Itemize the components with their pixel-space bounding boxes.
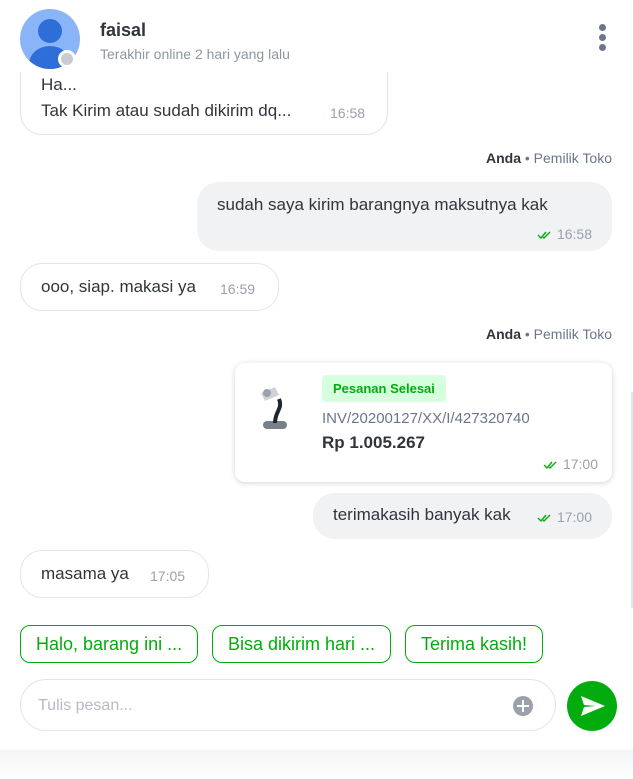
sender-role: • Pemilik Toko [524,150,612,166]
quick-reply-chip[interactable]: Terima kasih! [405,625,544,663]
bottom-divider [0,750,633,779]
message-composer [20,679,556,731]
message-text: sudah saya kirim barangnya maksutnya kak [217,195,548,214]
message-time: 17:00 [562,456,598,472]
message-time: 16:58 [556,226,592,242]
avatar-head [38,19,62,43]
double-check-icon [537,514,551,523]
message-text: masama ya [41,564,129,583]
message-text-line: Tak Kirim atau sudah dikirim dq... [41,101,292,120]
message-text: terimakasih banyak kak [333,505,511,524]
sender-role: • Pemilik Toko [524,326,612,342]
double-check-icon [543,461,557,470]
offline-status-dot [58,50,76,68]
incoming-message: masama ya 17:05 [20,550,209,598]
double-check-icon [537,231,551,240]
order-card[interactable]: Pesanan Selesai INV/20200127/XX/I/427320… [235,363,612,482]
message-text: ooo, siap. makasi ya [41,277,196,296]
product-thumbnail [261,387,287,429]
order-status-badge: Pesanan Selesai [322,375,446,402]
message-time: 16:59 [220,281,256,297]
sender-name: Anda [485,150,521,166]
incoming-message: ooo, siap. makasi ya 16:59 [20,263,279,311]
message-meta: 16:58 [537,226,592,242]
message-meta: 17:00 [543,456,598,472]
contact-name[interactable]: faisal [100,20,146,41]
send-button[interactable] [567,681,617,731]
quick-reply-chip[interactable]: Halo, barang ini ... [20,625,199,663]
chat-header: faisal Terakhir online 2 hari yang lalu [0,0,633,72]
outgoing-message: sudah saya kirim barangnya maksutnya kak… [197,182,612,251]
sender-label: Anda • Pemilik Toko [486,326,612,342]
message-meta: 17:00 [537,509,592,525]
message-time: 17:05 [150,568,186,584]
order-price: Rp 1.005.267 [322,433,426,452]
message-time: 16:58 [330,105,366,121]
send-icon [581,696,605,716]
invoice-number[interactable]: INV/20200127/XX/I/427320740 [322,410,530,427]
sender-label: Anda • Pemilik Toko [486,150,612,166]
message-text-line: Ha... [41,75,77,94]
plus-circle-icon[interactable] [513,696,533,716]
message-input[interactable] [36,692,500,720]
more-vertical-icon[interactable] [592,24,612,54]
sender-name: Anda [485,326,521,342]
quick-reply-chip[interactable]: Bisa dikirim hari ... [212,625,392,663]
outgoing-message: terimakasih banyak kak 17:00 [313,493,612,539]
last-online-status: Terakhir online 2 hari yang lalu [100,46,290,62]
message-time: 17:00 [556,509,592,525]
